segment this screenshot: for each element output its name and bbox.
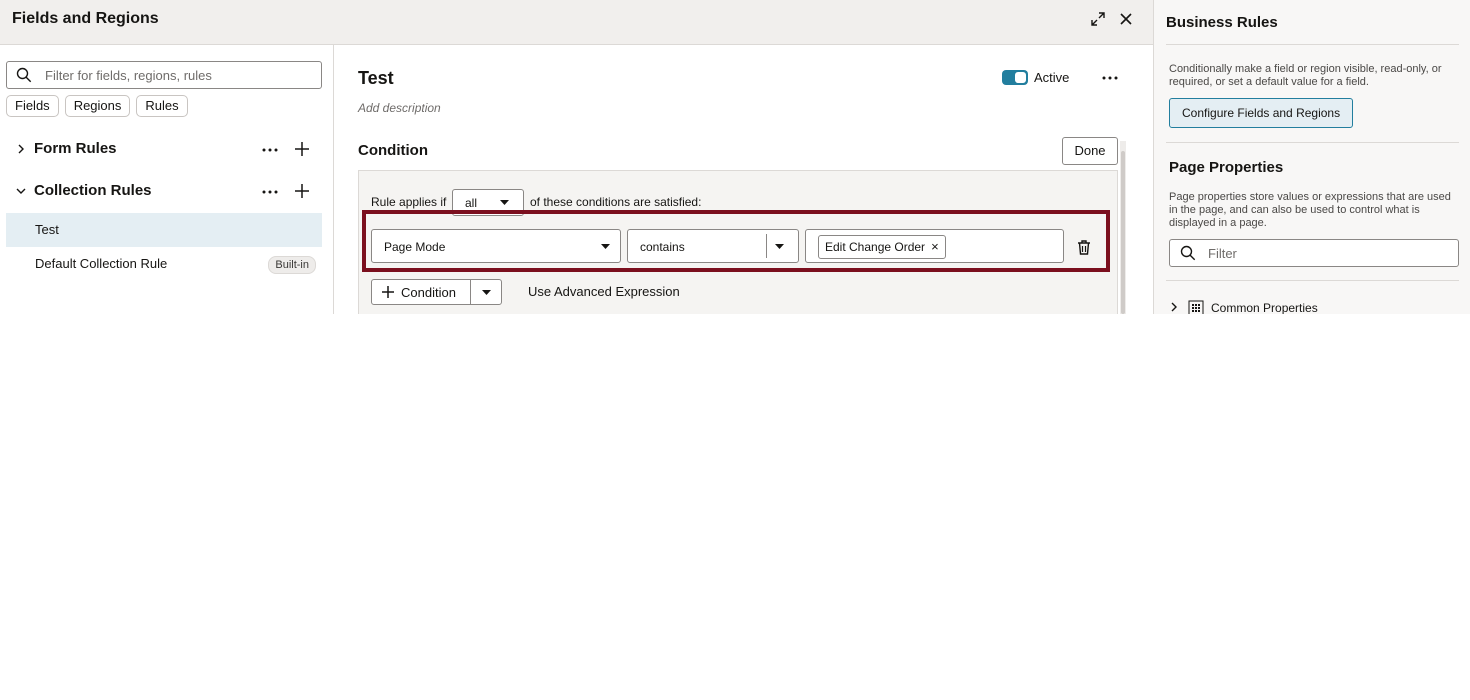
left-pane: Fields Regions Rules Form Rules Collecti…	[0, 45, 334, 314]
chevron-right-icon[interactable]	[14, 142, 28, 156]
active-toggle[interactable]	[1002, 70, 1028, 85]
active-toggle-label: Active	[1034, 70, 1070, 85]
divider	[1166, 142, 1459, 143]
add-form-rule-icon[interactable]	[292, 139, 312, 159]
rule-item-test[interactable]: Test	[6, 213, 322, 247]
caret-down-icon	[500, 200, 509, 205]
page-properties-title: Page Properties	[1169, 159, 1284, 176]
caret-down-icon[interactable]	[775, 244, 784, 249]
rule-item-label: Test	[35, 222, 59, 237]
chip-fields[interactable]: Fields	[6, 95, 59, 117]
value-tag: Edit Change Order ×	[818, 235, 946, 259]
scrollbar[interactable]	[1120, 141, 1126, 314]
remove-tag-icon[interactable]: ×	[931, 236, 939, 258]
scrollbar-thumb[interactable]	[1121, 151, 1125, 314]
filter-search-field[interactable]	[6, 61, 322, 89]
add-collection-rule-icon[interactable]	[292, 181, 312, 201]
match-mode-value: all	[465, 196, 478, 210]
properties-filter-input[interactable]	[1206, 243, 1450, 263]
add-condition-label: Condition	[401, 284, 456, 300]
common-properties-row[interactable]: Common Properties	[1169, 299, 1459, 314]
divider	[1166, 280, 1459, 281]
rule-title[interactable]: Test	[358, 68, 394, 89]
add-condition-button[interactable]: Condition	[372, 280, 470, 304]
more-options-icon[interactable]	[1100, 68, 1120, 88]
built-in-badge: Built-in	[268, 256, 316, 274]
search-icon	[16, 67, 32, 83]
right-pane: Business Rules Conditionally make a fiel…	[1153, 0, 1470, 314]
operator-select-value: contains	[640, 240, 685, 254]
collection-rules-section[interactable]: Collection Rules	[0, 180, 333, 204]
condition-heading: Condition	[358, 142, 428, 159]
filter-chips: Fields Regions Rules	[6, 95, 188, 117]
caret-down-icon	[481, 289, 491, 295]
modal-header: Fields and Regions	[0, 0, 1153, 45]
caret-down-icon	[601, 244, 610, 249]
modal-title: Fields and Regions	[12, 10, 159, 27]
done-button[interactable]: Done	[1062, 137, 1118, 165]
form-rules-section[interactable]: Form Rules	[0, 138, 333, 162]
trash-icon[interactable]	[1075, 238, 1093, 256]
value-input[interactable]: Edit Change Order ×	[805, 229, 1064, 263]
more-options-icon[interactable]	[260, 140, 280, 160]
chip-rules[interactable]: Rules	[136, 95, 188, 117]
search-icon	[1180, 245, 1196, 261]
divider	[1166, 44, 1459, 45]
add-condition-split-button: Condition	[371, 279, 502, 305]
chip-regions[interactable]: Regions	[64, 95, 131, 117]
divider	[766, 234, 767, 258]
common-properties-label: Common Properties	[1211, 301, 1318, 314]
business-rules-title: Business Rules	[1166, 14, 1278, 31]
chevron-right-icon[interactable]	[1169, 302, 1179, 312]
rule-item-default-collection[interactable]: Default Collection Rule Built-in	[6, 247, 322, 281]
add-description-field[interactable]: Add description	[358, 101, 441, 115]
form-rules-label: Form Rules	[34, 140, 117, 157]
operator-select[interactable]: contains	[627, 229, 799, 263]
chevron-down-icon[interactable]	[14, 184, 28, 198]
applies-prefix: Rule applies if	[371, 195, 447, 209]
configure-fields-regions-button[interactable]: Configure Fields and Regions	[1169, 98, 1354, 128]
page-properties-description: Page properties store values or expressi…	[1169, 191, 1451, 229]
value-tag-label: Edit Change Order	[825, 240, 926, 254]
field-select-value: Page Mode	[384, 240, 446, 254]
condition-panel: Rule applies if all of these conditions …	[358, 170, 1118, 314]
more-options-icon[interactable]	[260, 182, 280, 202]
use-advanced-expression-link[interactable]: Use Advanced Expression	[528, 284, 680, 299]
add-condition-dropdown[interactable]	[471, 280, 501, 304]
collection-rules-label: Collection Rules	[34, 182, 152, 199]
expand-icon[interactable]	[1087, 8, 1109, 30]
business-rules-description: Conditionally make a field or region vis…	[1169, 63, 1442, 88]
properties-filter-field[interactable]	[1169, 239, 1459, 267]
filter-search-input[interactable]	[43, 65, 317, 85]
field-select[interactable]: Page Mode	[371, 229, 621, 263]
close-icon[interactable]	[1115, 8, 1137, 30]
rule-editor: Test Add description Active Condition Do…	[334, 45, 1153, 314]
app: Fields and Regions Fields Regions Rules …	[0, 0, 1470, 314]
plus-icon	[382, 286, 394, 298]
applies-suffix: of these conditions are satisfied:	[530, 195, 702, 209]
grid-icon	[1188, 300, 1204, 314]
rule-item-label: Default Collection Rule	[35, 256, 168, 271]
